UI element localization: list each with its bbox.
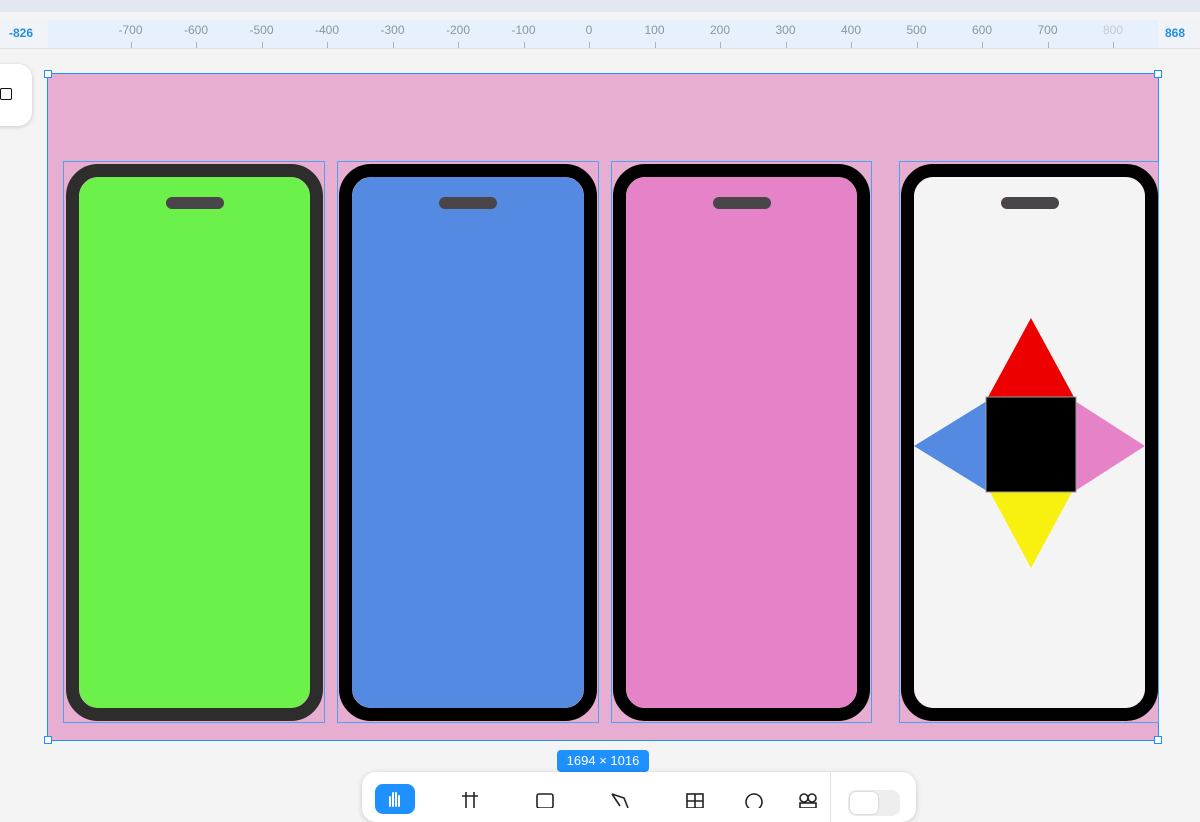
ellipse-tool-button[interactable]: [734, 784, 774, 814]
ruler-tick-label: 700: [1037, 23, 1058, 37]
resize-handle-bottom-left[interactable]: [44, 736, 52, 744]
ruler-tick-label: 0: [585, 23, 593, 37]
ruler-tick-label: -100: [511, 23, 536, 37]
horizontal-ruler: -700 -600 -500 -400 -300 -200 -100 0 100 200 300 40…: [0, 20, 1200, 49]
phone-screen: [626, 177, 857, 708]
ruler-tick-label: 800: [1102, 23, 1124, 37]
ruler-tick-label: 300: [775, 23, 796, 37]
phone-notch: [165, 197, 224, 209]
phone-notch: [439, 197, 497, 209]
ruler-tick-mark: [130, 42, 132, 48]
ruler-tick-label: 500: [906, 23, 927, 37]
resize-handle-top-left[interactable]: [44, 70, 52, 78]
pink-triangle[interactable]: [1075, 401, 1145, 491]
components-tool-button[interactable]: [788, 784, 828, 814]
rectangle-tool-button[interactable]: [525, 784, 565, 814]
phone-mockup-green[interactable]: [66, 164, 323, 721]
ruler-tick-label: -400: [314, 23, 340, 37]
components-tool-icon: [799, 793, 817, 808]
pen-tool-button[interactable]: [600, 784, 640, 814]
frame-tool-button[interactable]: [450, 784, 490, 814]
frame-tool-icon: [462, 792, 478, 808]
phone-screen: [914, 177, 1145, 708]
black-square[interactable]: [985, 396, 1077, 493]
ruler-end-label: 868: [1162, 23, 1189, 43]
yellow-triangle[interactable]: [990, 492, 1072, 568]
ruler-tick-mark: [1047, 42, 1049, 48]
size-badge: 1694 × 1016: [557, 750, 649, 772]
ruler-tick-mark: [916, 42, 918, 48]
phone-notch: [1000, 197, 1059, 209]
view-toggle-active[interactable]: [850, 792, 878, 814]
ruler-tick-label: 600: [971, 23, 993, 37]
blue-triangle[interactable]: [914, 401, 987, 491]
ruler-tick-label: -700: [118, 23, 143, 37]
phone-mockup-pink[interactable]: [613, 164, 870, 721]
top-bar: [0, 0, 1200, 12]
phone-mockup-white[interactable]: [901, 164, 1158, 721]
ruler-tick-label: -300: [380, 23, 405, 37]
ruler-tick-mark: [785, 42, 787, 48]
ruler-tick-mark: [1113, 42, 1114, 48]
ruler-tick-mark: [196, 42, 197, 48]
ruler-tick-mark: [720, 42, 721, 48]
ruler-tick-mark: [458, 42, 459, 48]
ruler-tick-label: -600: [183, 23, 209, 37]
resize-handle-bottom-right[interactable]: [1154, 736, 1162, 744]
hand-tool-button[interactable]: [375, 784, 415, 814]
ruler-tick-label: 400: [840, 23, 862, 37]
phone-screen: [352, 177, 584, 708]
pen-tool-icon: [611, 793, 629, 808]
left-tool-panel[interactable]: [0, 64, 32, 126]
hand-tool-icon: [389, 792, 400, 807]
grid-tool-icon: [686, 793, 704, 808]
grid-tool-button[interactable]: [675, 784, 715, 814]
ruler-tick-mark: [851, 42, 852, 48]
ruler-tick-mark: [982, 42, 983, 48]
square-icon[interactable]: [0, 88, 12, 100]
ruler-tick-mark: [523, 42, 525, 48]
ruler-tick-mark: [327, 42, 328, 48]
ruler-tick-mark: [261, 42, 263, 48]
ruler-tick-label: -500: [249, 23, 274, 37]
red-triangle[interactable]: [987, 318, 1075, 399]
phone-notch: [712, 197, 771, 209]
rectangle-tool-icon: [536, 793, 554, 808]
ruler-tick-label: 100: [644, 23, 665, 37]
ruler-tick-mark: [654, 42, 656, 48]
compass-shape[interactable]: [914, 177, 1145, 708]
ellipse-tool-icon: [745, 793, 763, 808]
ruler-tick-label: -200: [445, 23, 471, 37]
ruler-start-label: -826: [6, 23, 37, 43]
ruler-tick-mark: [589, 42, 590, 48]
resize-handle-top-right[interactable]: [1154, 70, 1162, 78]
phone-mockup-blue[interactable]: [339, 164, 597, 721]
phone-screen: [79, 177, 310, 708]
ruler-tick-mark: [392, 42, 394, 48]
toolbar-divider: [830, 772, 831, 822]
view-toggle[interactable]: [848, 790, 900, 816]
bottom-toolbar: [362, 772, 916, 822]
ruler-tick-label: 200: [709, 23, 731, 37]
